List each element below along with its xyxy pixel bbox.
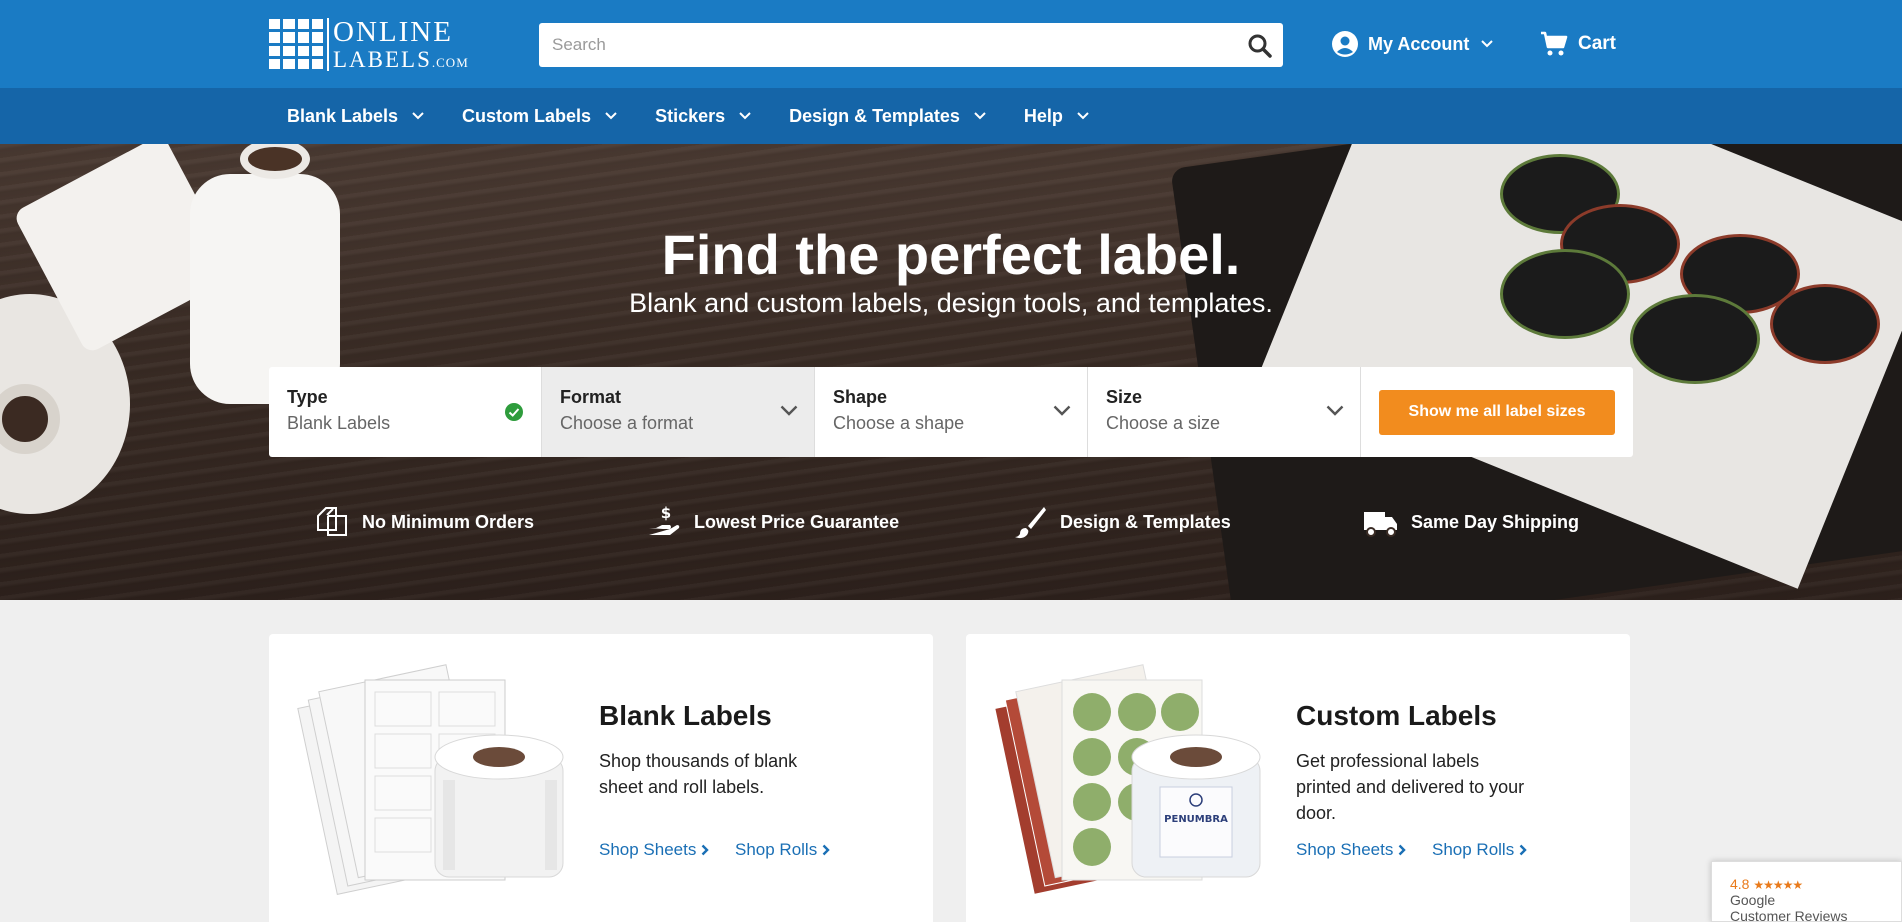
nav-item-design-templates[interactable]: Design & Templates <box>789 106 986 127</box>
paintbrush-icon <box>1015 507 1046 539</box>
chevron-down-icon <box>605 112 617 120</box>
google-reviews-badge[interactable]: 4.8 ★★★★★ Google Customer Reviews <box>1711 861 1902 922</box>
feature-label: Same Day Shipping <box>1411 511 1580 532</box>
logo-grid-icon <box>269 19 323 69</box>
blank-labels-title: Blank Labels <box>599 700 772 731</box>
link-label: Shop Rolls <box>735 840 818 859</box>
cart-icon <box>1541 31 1568 56</box>
chevron-down-icon <box>780 405 798 416</box>
truck-icon <box>1364 512 1397 537</box>
feature-strip: No Minimum Orders $ Lowest Price Guarant… <box>0 504 1902 544</box>
finder-format-label: Format <box>560 387 622 407</box>
finder-size-label: Size <box>1106 387 1143 407</box>
link-label: Shop Sheets <box>1296 840 1394 859</box>
site-logo[interactable]: ONLINE LABELS.COM <box>269 17 469 71</box>
reviews-rating: 4.8 <box>1730 876 1750 892</box>
reviews-customer-label: Customer Reviews <box>1730 908 1848 922</box>
feature-label: Lowest Price Guarantee <box>694 511 900 532</box>
hero-section: Find the perfect label. Blank and custom… <box>0 144 1902 600</box>
feature-no-minimum: No Minimum Orders <box>314 504 534 540</box>
feature-design-templates: Design & Templates <box>1012 504 1231 540</box>
copy-pages-icon <box>317 507 347 536</box>
my-account-label: My Account <box>1368 33 1470 54</box>
finder-format-value: Choose a format <box>560 413 694 433</box>
star-rating-icon: ★★★★★ <box>1753 878 1803 892</box>
nav-item-label: Blank Labels <box>287 105 399 126</box>
nav-item-label: Stickers <box>655 105 726 126</box>
custom-labels-description: Get professional labels printed and deli… <box>1296 751 1525 823</box>
feature-label: No Minimum Orders <box>362 511 535 532</box>
reviews-rating-row: 4.8 ★★★★★ <box>1730 876 1901 892</box>
show-all-sizes-button[interactable]: Show me all label sizes <box>1379 389 1615 435</box>
nav-item-label: Design & Templates <box>789 105 960 126</box>
blank-labels-description: Shop thousands of blank sheet and roll l… <box>599 751 798 797</box>
finder-shape-label: Shape <box>833 387 888 407</box>
nav-item-label: Help <box>1023 105 1063 126</box>
shop-sheets-link[interactable]: Shop Sheets <box>599 840 710 860</box>
finder-type-value: Blank Labels <box>287 413 391 433</box>
chevron-right-icon <box>702 844 710 856</box>
finder-type-label: Type <box>287 387 328 407</box>
link-label: Shop Sheets <box>599 840 697 859</box>
hand-dollar-icon: $ <box>649 504 680 535</box>
finder-size[interactable]: Size Choose a size <box>1088 367 1361 457</box>
finder-format[interactable]: Format Choose a format <box>542 367 815 457</box>
cart-label: Cart <box>1578 33 1617 54</box>
hero-title: Find the perfect label. <box>661 223 1241 286</box>
hero-subtitle: Blank and custom labels, design tools, a… <box>629 288 1273 318</box>
search-icon[interactable] <box>1247 33 1273 59</box>
nav-item-help[interactable]: Help <box>1024 106 1089 127</box>
chevron-right-icon <box>822 844 830 856</box>
logo-wordmark: ONLINE LABELS.COM <box>327 17 469 71</box>
label-finder: Type Blank Labels Format Choose a format… <box>269 367 1633 457</box>
feature-lowest-price: $ Lowest Price Guarantee <box>646 504 899 540</box>
check-circle-icon <box>505 403 523 421</box>
chevron-down-icon <box>739 112 751 120</box>
shop-rolls-link[interactable]: Shop Rolls <box>735 840 830 860</box>
shop-rolls-link[interactable]: Shop Rolls <box>1432 840 1527 860</box>
search-bar <box>539 23 1283 67</box>
penumbra-sample-text: PENUMBRA <box>1164 814 1228 825</box>
nav-item-stickers[interactable]: Stickers <box>655 106 751 127</box>
user-circle-icon <box>1332 31 1358 57</box>
custom-labels-title: Custom Labels <box>1296 700 1497 731</box>
blank-labels-card: Blank Labels Shop thousands of blank she… <box>269 634 933 922</box>
header: ONLINE LABELS.COM My Account Cart <box>0 0 1902 88</box>
nav-item-label: Custom Labels <box>462 105 592 126</box>
chevron-right-icon <box>1519 844 1527 856</box>
custom-labels-image: PENUMBRA <box>992 662 1262 902</box>
chevron-down-icon <box>1077 112 1089 120</box>
svg-text:$: $ <box>661 504 671 522</box>
finder-shape[interactable]: Shape Choose a shape <box>815 367 1088 457</box>
finder-size-value: Choose a size <box>1106 413 1221 433</box>
nav-item-custom-labels[interactable]: Custom Labels <box>462 106 617 127</box>
search-input[interactable] <box>539 23 1219 67</box>
link-label: Shop Rolls <box>1432 840 1515 859</box>
reviews-google-label: Google <box>1730 892 1776 908</box>
chevron-down-icon <box>974 112 986 120</box>
cart-button[interactable]: Cart <box>1540 28 1616 60</box>
finder-action: Show me all label sizes <box>1361 367 1633 457</box>
chevron-right-icon <box>1399 844 1407 856</box>
blank-labels-image <box>295 662 565 902</box>
main-nav: Blank Labels Custom Labels Stickers Desi… <box>0 88 1902 144</box>
chevron-down-icon <box>1481 40 1494 48</box>
nav-item-blank-labels[interactable]: Blank Labels <box>287 106 424 127</box>
feature-same-day-shipping: Same Day Shipping <box>1363 504 1579 540</box>
chevron-down-icon <box>1326 405 1344 416</box>
chevron-down-icon <box>412 112 424 120</box>
custom-labels-card: PENUMBRA Custom Labels Get professional … <box>966 634 1630 922</box>
finder-shape-value: Choose a shape <box>833 413 965 433</box>
chevron-down-icon <box>1053 405 1071 416</box>
feature-label: Design & Templates <box>1060 511 1231 532</box>
finder-type[interactable]: Type Blank Labels <box>269 367 542 457</box>
shop-sheets-link[interactable]: Shop Sheets <box>1296 840 1407 860</box>
my-account-menu[interactable]: My Account <box>1331 28 1494 60</box>
